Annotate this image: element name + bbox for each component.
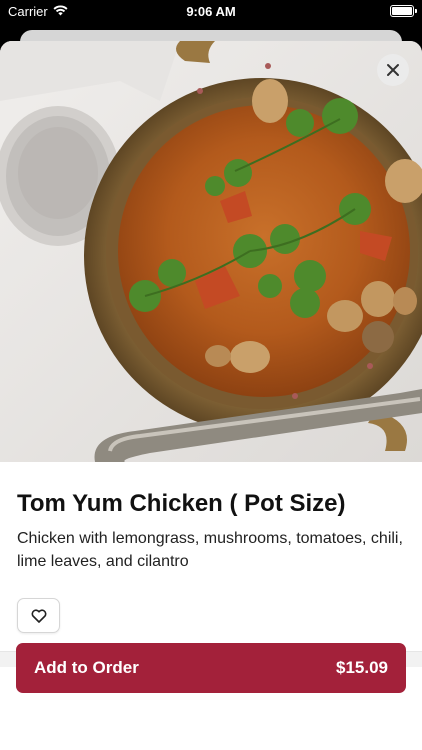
add-to-order-label: Add to Order	[34, 658, 139, 677]
heart-icon	[31, 608, 46, 623]
status-time: 9:06 AM	[186, 4, 236, 19]
item-details: Tom Yum Chicken ( Pot Size) Chicken with…	[0, 462, 422, 633]
close-icon	[387, 64, 399, 76]
status-bar: Carrier 9:06 AM	[0, 0, 422, 24]
battery-icon	[390, 5, 417, 17]
item-photo	[0, 41, 422, 462]
tom-yum-soup-photo	[0, 41, 422, 462]
item-title: Tom Yum Chicken ( Pot Size)	[17, 490, 346, 517]
item-price: $15.09	[336, 658, 388, 677]
item-description: Chicken with lemongrass, mushrooms, toma…	[17, 530, 403, 570]
favorite-button[interactable]	[17, 598, 60, 633]
close-button[interactable]	[377, 54, 409, 86]
add-to-order-button[interactable]: Add to Order $15.09	[16, 643, 406, 693]
